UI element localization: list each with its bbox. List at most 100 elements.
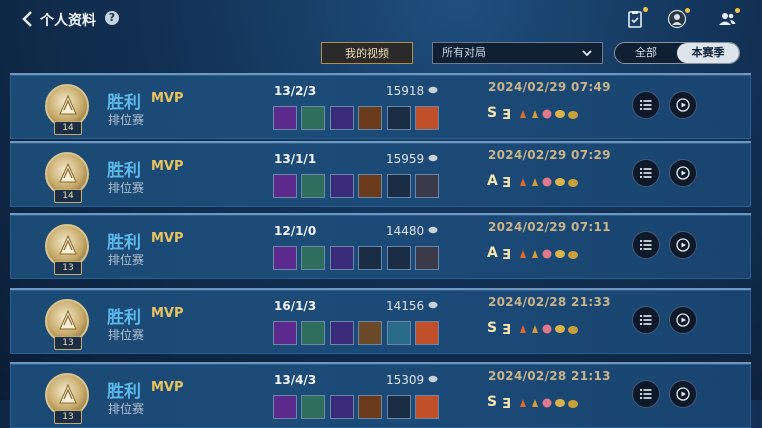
list-icon	[639, 99, 652, 111]
coin-icon	[428, 375, 438, 383]
trophy-icon	[59, 383, 77, 404]
item-slot	[301, 174, 325, 198]
replay-icon	[676, 98, 690, 112]
item-slot	[387, 321, 411, 345]
item-slot	[330, 106, 354, 130]
details-button[interactable]	[632, 231, 660, 259]
details-button[interactable]	[632, 159, 660, 187]
details-button[interactable]	[632, 380, 660, 408]
mvp-label: MVP	[151, 380, 184, 395]
item-slot	[330, 395, 354, 419]
coin-icon	[428, 226, 438, 234]
friends-icon[interactable]	[717, 9, 737, 29]
medals-icon: Ǝ	[502, 108, 578, 122]
match-date: 2024/02/29 07:49	[488, 80, 611, 94]
kda: 16/1/3	[274, 299, 317, 313]
details-button[interactable]	[632, 306, 660, 334]
trophy-icon	[59, 94, 77, 115]
match-mode: 排位赛	[108, 328, 145, 342]
match-result: 胜利	[107, 161, 141, 181]
item-slot	[301, 106, 325, 130]
level-badge: 14	[54, 121, 82, 135]
replay-icon	[676, 166, 690, 180]
item-slot	[387, 246, 411, 270]
mvp-label: MVP	[151, 306, 184, 321]
replay-button[interactable]	[669, 306, 697, 334]
mvp-label: MVP	[151, 231, 184, 246]
item-slot	[273, 246, 297, 270]
replay-button[interactable]	[669, 91, 697, 119]
item-slot	[330, 174, 354, 198]
trophy-icon	[59, 234, 77, 255]
match-row[interactable]: 13 胜利 MVP 排位赛 12/1/0 14480 2024/02/29 07:11 A Ǝ	[10, 213, 751, 279]
item-slot	[273, 106, 297, 130]
item-slot	[358, 395, 382, 419]
item-slot	[273, 321, 297, 345]
dropdown-value: 所有对局	[442, 46, 486, 59]
match-type-dropdown[interactable]: 所有对局	[432, 42, 603, 64]
help-icon[interactable]: ?	[105, 11, 119, 25]
page-title: 个人资料	[40, 13, 96, 29]
notification-dot	[643, 7, 648, 12]
performance-grade: S	[487, 320, 498, 336]
match-row[interactable]: 14 胜利 MVP 排位赛 13/1/1 15959 2024/02/29 07:29 A Ǝ	[10, 141, 751, 207]
replay-icon	[676, 313, 690, 327]
item-slot	[415, 246, 439, 270]
my-videos-button[interactable]: 我的视频	[321, 42, 413, 64]
match-result: 胜利	[107, 233, 141, 253]
item-slot	[330, 246, 354, 270]
match-row[interactable]: 13 胜利 MVP 排位赛 16/1/3 14156 2024/02/28 21:33 S Ǝ	[10, 288, 751, 354]
svg-text:Ǝ: Ǝ	[502, 108, 511, 122]
item-slot	[301, 246, 325, 270]
trophy-icon	[59, 309, 77, 330]
svg-text:Ǝ: Ǝ	[502, 323, 511, 337]
gold-amount: 14156	[386, 299, 425, 313]
segment-all[interactable]: 全部	[615, 43, 677, 63]
replay-icon	[676, 387, 690, 401]
item-slot	[301, 395, 325, 419]
item-build	[273, 106, 443, 132]
item-slot	[301, 321, 325, 345]
details-button[interactable]	[632, 91, 660, 119]
item-slot	[273, 174, 297, 198]
mvp-label: MVP	[151, 159, 184, 174]
list-icon	[639, 388, 652, 400]
list-icon	[639, 239, 652, 251]
coin-icon	[428, 86, 438, 94]
clipboard-icon[interactable]	[625, 9, 645, 29]
replay-icon	[676, 238, 690, 252]
notification-dot	[735, 8, 740, 13]
trophy-icon	[59, 162, 77, 183]
segment-season[interactable]: 本赛季	[677, 43, 739, 63]
gold-amount: 15959	[386, 152, 425, 166]
item-build	[273, 174, 443, 200]
item-slot	[330, 321, 354, 345]
match-date: 2024/02/29 07:11	[488, 220, 611, 234]
item-build	[273, 321, 443, 347]
gold-amount: 15309	[386, 373, 425, 387]
mvp-label: MVP	[151, 91, 184, 106]
item-build	[273, 395, 443, 421]
match-result: 胜利	[107, 382, 141, 402]
level-badge: 13	[54, 336, 82, 350]
avatar-icon[interactable]	[667, 9, 687, 29]
coin-icon	[428, 154, 438, 162]
replay-button[interactable]	[669, 380, 697, 408]
replay-button[interactable]	[669, 159, 697, 187]
notification-dot	[685, 8, 690, 13]
item-slot	[415, 395, 439, 419]
match-row[interactable]: 13 胜利 MVP 排位赛 13/4/3 15309 2024/02/28 21:13 S Ǝ	[10, 362, 751, 428]
item-slot	[387, 106, 411, 130]
item-slot	[358, 321, 382, 345]
item-slot	[358, 174, 382, 198]
svg-text:Ǝ: Ǝ	[502, 176, 511, 190]
item-slot	[358, 246, 382, 270]
match-row[interactable]: 14 胜利 MVP 排位赛 13/2/3 15918 2024/02/29 07:49 S Ǝ	[10, 73, 751, 139]
back-icon[interactable]	[18, 9, 38, 29]
top-bar: 个人资料 ?	[0, 0, 762, 38]
level-badge: 14	[54, 189, 82, 203]
chevron-down-icon	[582, 50, 592, 57]
replay-button[interactable]	[669, 231, 697, 259]
match-mode: 排位赛	[108, 113, 145, 127]
match-date: 2024/02/29 07:29	[488, 148, 611, 162]
